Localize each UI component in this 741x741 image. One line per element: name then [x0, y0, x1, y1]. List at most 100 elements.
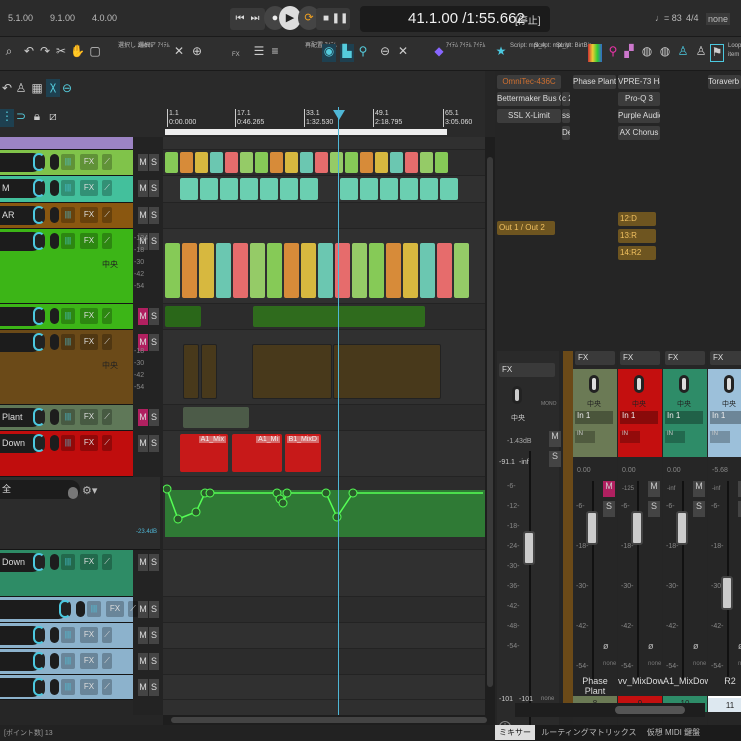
- solo-button[interactable]: S: [603, 501, 615, 517]
- envelope-point[interactable]: [163, 484, 172, 494]
- automation-icon[interactable]: ⟋: [102, 207, 112, 223]
- timeline-ruler[interactable]: 1.1 0:00.000 17.1 0:46.265 33.1 1:32.530 49…: [165, 71, 485, 137]
- input-select[interactable]: In 1: [575, 411, 613, 424]
- pan-knob-icon[interactable]: [50, 409, 59, 425]
- go-end-button[interactable]: ⏭: [245, 8, 265, 30]
- media-item[interactable]: [201, 344, 217, 399]
- record-arm-icon[interactable]: |||: [87, 601, 101, 617]
- automation-mode[interactable]: none: [541, 696, 554, 702]
- list-icon[interactable]: ☰: [252, 44, 266, 62]
- automation-icon[interactable]: ⟋: [102, 154, 112, 170]
- fx-button[interactable]: FX: [80, 554, 98, 570]
- media-item[interactable]: [165, 306, 201, 327]
- marker-icon[interactable]: ◆: [432, 44, 446, 62]
- phase-icon[interactable]: ø: [648, 641, 654, 651]
- record-arm-icon[interactable]: |||: [61, 435, 75, 451]
- fx-button[interactable]: FX: [575, 351, 615, 365]
- fx-button[interactable]: FX: [232, 51, 240, 60]
- input-select[interactable]: In 1: [620, 411, 658, 424]
- media-item[interactable]: [420, 152, 433, 173]
- volume-knob[interactable]: [33, 553, 45, 571]
- toolbar-label[interactable]: ｱｲﾃﾑ ｱｲﾃﾑ ｱｲﾃﾑ: [446, 42, 485, 51]
- volume-knob[interactable]: [33, 307, 45, 325]
- mute-button[interactable]: M: [648, 481, 660, 497]
- mute-button[interactable]: M: [138, 154, 148, 171]
- tab-virtual-midi-keyboard[interactable]: 仮想 MIDI 鍵盤: [643, 725, 704, 740]
- fx-button[interactable]: FX: [80, 308, 98, 324]
- media-item[interactable]: [165, 152, 178, 173]
- lines-icon[interactable]: ≡: [268, 44, 282, 62]
- track-header[interactable]: ||| FX ⟋: [0, 304, 133, 330]
- pan-knob-icon[interactable]: [50, 308, 59, 324]
- master-fader[interactable]: [523, 531, 535, 565]
- trim-icon[interactable]: ✂: [54, 44, 68, 62]
- person-icon[interactable]: ♙: [14, 81, 28, 99]
- record-arm-icon[interactable]: |||: [61, 409, 75, 425]
- record-arm-icon[interactable]: |||: [61, 679, 75, 695]
- envelope-point[interactable]: [321, 488, 331, 498]
- zoom-out-icon[interactable]: ⊖: [378, 44, 392, 62]
- send-slot[interactable]: 14:R2: [618, 246, 656, 260]
- solo-button[interactable]: S: [149, 653, 159, 670]
- track-header[interactable]: ||| FX ⟋: [0, 597, 138, 623]
- solo-button[interactable]: S: [149, 154, 159, 171]
- strip-name[interactable]: A1_MixDown: [663, 676, 716, 686]
- solo-button[interactable]: S: [149, 601, 159, 618]
- volume-knob[interactable]: [59, 600, 71, 618]
- fx-button[interactable]: FX: [80, 233, 98, 249]
- fx-button[interactable]: FX: [80, 679, 98, 695]
- media-item[interactable]: [420, 243, 435, 298]
- zoom-icon[interactable]: ⌕: [2, 44, 16, 62]
- zoom-in-icon[interactable]: ⊕: [190, 44, 204, 62]
- script-button[interactable]: Script: BirtBir: [556, 42, 591, 51]
- solo-button[interactable]: S: [149, 554, 159, 571]
- send-slot[interactable]: 12:D: [618, 212, 656, 226]
- loop-length[interactable]: 4.0.00: [92, 13, 117, 23]
- fx-slot[interactable]: SSL X-Limit: [497, 109, 561, 123]
- arrange-view[interactable]: A1_Mix A1_Mi B1_MixD: [163, 137, 485, 715]
- track-header[interactable]: ||| FX ⟋ 中央: [0, 229, 133, 304]
- media-item[interactable]: [390, 152, 403, 173]
- vertical-scrollbar[interactable]: [485, 137, 495, 715]
- envelope-point[interactable]: [191, 507, 201, 517]
- track-header[interactable]: ||| FX ⟋ 中央: [0, 330, 133, 405]
- fx-button[interactable]: FX: [80, 207, 98, 223]
- volume-knob[interactable]: [33, 652, 45, 670]
- master-mute-button[interactable]: M: [549, 431, 561, 447]
- color-icon[interactable]: [588, 44, 602, 62]
- media-item[interactable]: [380, 178, 398, 200]
- automation-icon[interactable]: ⟋: [102, 679, 112, 695]
- media-item[interactable]: [195, 152, 208, 173]
- tab-routing-matrix[interactable]: ルーティングマトリックス: [537, 725, 640, 740]
- media-item[interactable]: [340, 178, 358, 200]
- fx-button[interactable]: FX: [665, 351, 705, 365]
- ruler-icon[interactable]: ⧄: [46, 109, 60, 127]
- pan-knob-icon[interactable]: [76, 601, 85, 617]
- monitor-select[interactable]: IN: [665, 431, 685, 443]
- media-item[interactable]: [252, 344, 332, 399]
- media-item[interactable]: [318, 243, 333, 298]
- media-item[interactable]: [386, 243, 401, 298]
- mute-button[interactable]: M: [693, 481, 705, 497]
- media-item[interactable]: [165, 243, 180, 298]
- disk-icon[interactable]: ◍: [640, 44, 654, 62]
- media-item[interactable]: [360, 152, 373, 173]
- track-lane[interactable]: [163, 550, 485, 597]
- media-item[interactable]: [253, 306, 425, 327]
- volume-envelope[interactable]: [163, 477, 485, 550]
- media-item[interactable]: [405, 152, 418, 173]
- monitor-select[interactable]: IN: [575, 431, 595, 443]
- media-item[interactable]: [255, 152, 268, 173]
- track-name[interactable]: [0, 600, 68, 619]
- track-header[interactable]: M ||| FX ⟋: [0, 176, 133, 203]
- mono-button[interactable]: MONO: [541, 401, 557, 407]
- track-lane[interactable]: [163, 675, 485, 700]
- solo-button[interactable]: S: [149, 409, 159, 426]
- mute-button[interactable]: M: [603, 481, 615, 497]
- record-arm-icon[interactable]: |||: [61, 180, 75, 196]
- grid-icon[interactable]: ▦: [30, 81, 44, 99]
- record-arm-icon[interactable]: |||: [61, 627, 75, 643]
- media-item[interactable]: [220, 178, 238, 200]
- track-header[interactable]: ||| FX ⟋: [0, 649, 133, 675]
- mute-button[interactable]: M: [138, 409, 148, 426]
